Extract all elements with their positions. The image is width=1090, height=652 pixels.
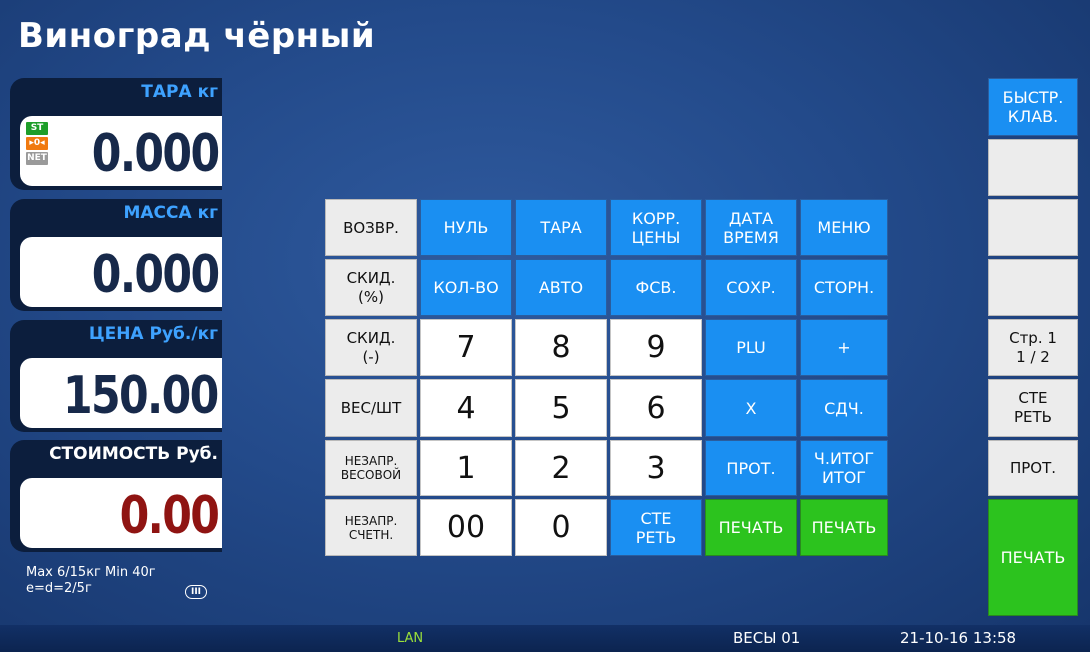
total-value: 0.00 (119, 486, 219, 546)
discount-amount-key[interactable]: СКИД. (-) (325, 319, 417, 376)
network-status: LAN (397, 631, 424, 646)
digit-6-key[interactable]: 6 (610, 379, 702, 437)
protocol-key[interactable]: ПРОТ. (705, 440, 797, 496)
price-label: ЦЕНА Руб./кг (88, 324, 218, 344)
digit-4-key[interactable]: 4 (420, 379, 512, 437)
date-time: 21-10-16 13:58 (900, 629, 1017, 647)
scale-id: ВЕСЫ 01 (733, 629, 801, 647)
fsv-key[interactable]: ФСВ. (610, 259, 702, 316)
blank-key-2[interactable] (988, 199, 1078, 256)
multiply-key[interactable]: X (705, 379, 797, 437)
status-bar: LAN ВЕСЫ 01 21-10-16 13:58 (0, 625, 1090, 652)
weight-panel: МАССА кг 0.000 (10, 199, 222, 311)
scale-specs: Max 6/15кг Min 40г e=d=2/5г (26, 565, 156, 597)
price-correction-key[interactable]: КОРР. ЦЕНЫ (610, 199, 702, 256)
digit-0-key[interactable]: 0 (515, 499, 607, 556)
quick-keys-button[interactable]: БЫСТР. КЛАВ. (988, 78, 1078, 136)
net-indicator: NET (26, 152, 48, 165)
zero-indicator: ▸0◂ (26, 137, 48, 150)
digit-1-key[interactable]: 1 (420, 440, 512, 496)
weight-label: МАССА кг (123, 203, 218, 223)
menu-key[interactable]: МЕНЮ (800, 199, 888, 256)
total-label: СТОИМОСТЬ Руб. (49, 444, 218, 464)
digit-8-key[interactable]: 8 (515, 319, 607, 376)
plus-key[interactable]: + (800, 319, 888, 376)
weight-display: 0.000 (20, 237, 222, 307)
specs-max-min: Max 6/15кг Min 40г (26, 565, 156, 580)
discount-percent-key[interactable]: СКИД. (%) (325, 259, 417, 316)
accuracy-class-mark: III (185, 585, 207, 599)
open-weighed-key[interactable]: НЕЗАПР. ВЕСОВОЙ (325, 440, 417, 496)
digit-7-key[interactable]: 7 (420, 319, 512, 376)
digit-2-key[interactable]: 2 (515, 440, 607, 496)
plu-key[interactable]: PLU (705, 319, 797, 376)
blank-key-1[interactable] (988, 139, 1078, 196)
tare-value: 0.000 (91, 124, 219, 184)
print-key-1[interactable]: ПЕЧАТЬ (705, 499, 797, 556)
tare-label: ТАРА кг (141, 82, 218, 102)
digit-3-key[interactable]: 3 (610, 440, 702, 496)
specs-division: e=d=2/5г (26, 581, 92, 596)
digit-9-key[interactable]: 9 (610, 319, 702, 376)
subtotal-total-key[interactable]: Ч.ИТОГ ИТОГ (800, 440, 888, 496)
stable-indicator: ST (26, 122, 48, 135)
product-name: Виноград чёрный (18, 16, 376, 56)
print-key-2[interactable]: ПЕЧАТЬ (800, 499, 888, 556)
date-time-key[interactable]: ДАТА ВРЕМЯ (705, 199, 797, 256)
tare-key[interactable]: ТАРА (515, 199, 607, 256)
price-display: 150.00 (20, 358, 222, 428)
digit-00-key[interactable]: 00 (420, 499, 512, 556)
quantity-key[interactable]: КОЛ-ВО (420, 259, 512, 316)
return-key[interactable]: ВОЗВР. (325, 199, 417, 256)
auto-key[interactable]: АВТО (515, 259, 607, 316)
save-key[interactable]: СОХР. (705, 259, 797, 316)
tare-panel: ТАРА кг ST ▸0◂ NET 0.000 (10, 78, 222, 190)
page-switch-button[interactable]: Стр. 1 1 / 2 (988, 319, 1078, 376)
change-key[interactable]: СДЧ. (800, 379, 888, 437)
open-counted-key[interactable]: НЕЗАПР. СЧЕТН. (325, 499, 417, 556)
void-key[interactable]: СТОРН. (800, 259, 888, 316)
total-panel: СТОИМОСТЬ Руб. 0.00 (10, 440, 222, 552)
tare-display: ST ▸0◂ NET 0.000 (20, 116, 222, 186)
sidebar-erase-button[interactable]: СТЕ РЕТЬ (988, 379, 1078, 437)
digit-5-key[interactable]: 5 (515, 379, 607, 437)
weight-value: 0.000 (91, 245, 219, 305)
total-display: 0.00 (20, 478, 222, 548)
blank-key-3[interactable] (988, 259, 1078, 316)
zero-key[interactable]: НУЛЬ (420, 199, 512, 256)
sidebar-print-button[interactable]: ПЕЧАТЬ (988, 499, 1078, 616)
weight-pcs-key[interactable]: ВЕС/ШТ (325, 379, 417, 437)
erase-key[interactable]: СТЕ РЕТЬ (610, 499, 702, 556)
price-value: 150.00 (63, 366, 219, 426)
sidebar-protocol-button[interactable]: ПРОТ. (988, 440, 1078, 496)
price-panel: ЦЕНА Руб./кг 150.00 (10, 320, 222, 432)
